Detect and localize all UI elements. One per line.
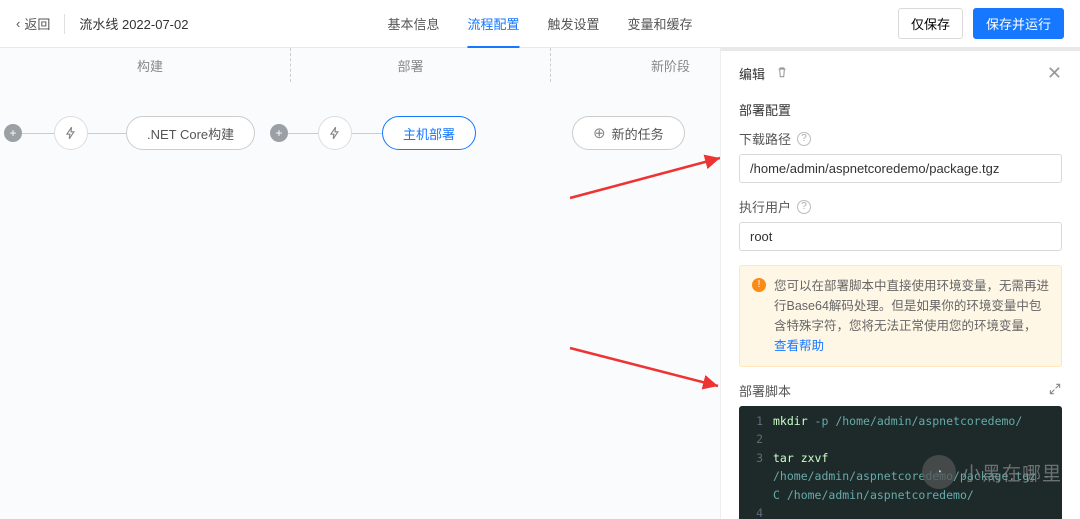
panel-title: 编辑 — [739, 64, 765, 83]
help-icon[interactable]: ? — [797, 132, 811, 146]
delete-task-button[interactable] — [775, 65, 789, 82]
lightning-icon — [328, 126, 342, 140]
annotation-arrow — [560, 148, 730, 208]
plus-icon: ⊕ — [593, 124, 606, 142]
build-trigger-node[interactable] — [54, 116, 88, 150]
back-label: 返回 — [24, 14, 50, 33]
chevron-left-icon: ‹ — [16, 16, 20, 31]
section-deploy-config: 部署配置 — [721, 96, 1080, 129]
avatar-icon: ◔ — [922, 455, 956, 489]
download-path-input[interactable] — [739, 154, 1062, 183]
deploy-trigger-node[interactable] — [318, 116, 352, 150]
info-icon: ! — [752, 278, 766, 292]
help-link[interactable]: 查看帮助 — [774, 339, 824, 353]
task-host-deploy[interactable]: 主机部署 — [382, 116, 476, 150]
save-only-button[interactable]: 仅保存 — [898, 8, 963, 39]
trash-icon — [775, 65, 789, 79]
save-and-run-button[interactable]: 保存并运行 — [973, 8, 1064, 39]
annotation-arrow — [560, 338, 730, 398]
stage-build-header: 构建 — [30, 48, 270, 82]
tab-vars-cache[interactable]: 变量和缓存 — [628, 0, 693, 48]
watermark: ◔ 小黑在哪里 — [922, 455, 1062, 489]
close-panel-button[interactable]: ✕ — [1047, 63, 1062, 84]
add-before-build-button[interactable]: + — [4, 124, 22, 142]
expand-editor-button[interactable] — [1048, 382, 1062, 399]
add-new-task-button[interactable]: ⊕ 新的任务 — [572, 116, 685, 150]
exec-user-input[interactable] — [739, 222, 1062, 251]
back-button[interactable]: ‹ 返回 — [16, 14, 50, 33]
page-title: 流水线 2022-07-02 — [79, 14, 188, 33]
lightning-icon — [64, 126, 78, 140]
task-netcore-build[interactable]: .NET Core构建 — [126, 116, 255, 150]
expand-icon — [1048, 382, 1062, 396]
separator — [64, 14, 65, 34]
env-var-alert: ! 您可以在部署脚本中直接使用环境变量，无需再进行Base64解码处理。但是如果… — [739, 265, 1062, 367]
tab-trigger-settings[interactable]: 触发设置 — [548, 0, 600, 48]
tab-flow-config[interactable]: 流程配置 — [467, 0, 519, 48]
help-icon[interactable]: ? — [797, 200, 811, 214]
stage-deploy-header: 部署 — [290, 48, 530, 82]
script-label: 部署脚本 — [739, 381, 791, 400]
tab-basic-info[interactable]: 基本信息 — [387, 0, 439, 48]
add-before-deploy-button[interactable]: + — [270, 124, 288, 142]
download-path-label: 下载路径 — [739, 129, 791, 148]
exec-user-label: 执行用户 — [739, 197, 791, 216]
